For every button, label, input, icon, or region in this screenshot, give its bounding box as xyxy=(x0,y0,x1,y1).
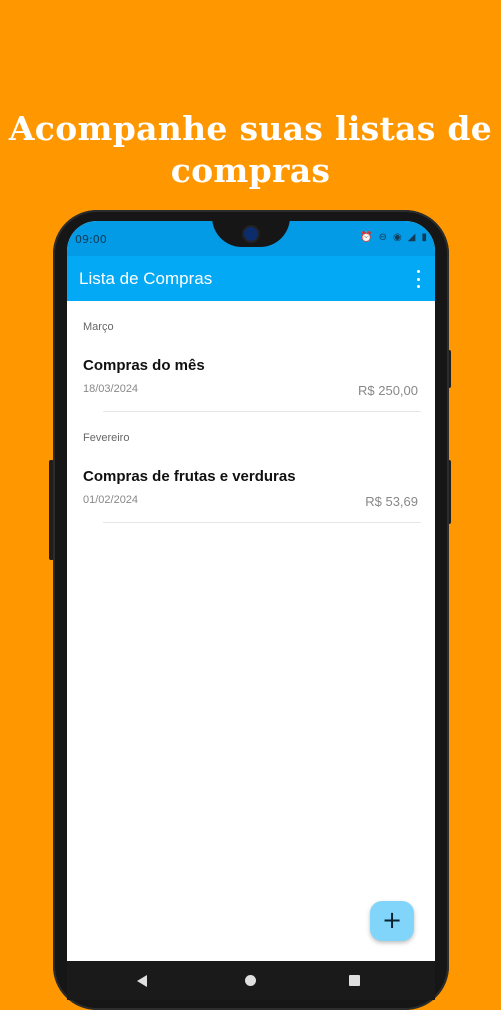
promo-headline-line-1: Acompanhe suas listas de xyxy=(8,109,493,148)
more-vert-icon[interactable] xyxy=(413,270,423,288)
month-header-fevereiro: Fevereiro xyxy=(83,432,130,444)
promo-headline-line-2: compras xyxy=(170,151,331,190)
app-title: Lista de Compras xyxy=(79,269,213,288)
status-time: 09:00 xyxy=(75,233,107,246)
status-icons: ⏰ ⊖ ◉ ◢ ▮ xyxy=(360,232,427,244)
status-bar: 09:00 ⏰ ⊖ ◉ ◢ ▮ xyxy=(67,221,435,256)
back-icon[interactable] xyxy=(137,975,147,987)
home-icon[interactable] xyxy=(245,975,256,986)
divider xyxy=(103,411,421,412)
list-item-date: 01/02/2024 xyxy=(83,494,139,506)
hotspot-icon: ◉ xyxy=(393,232,402,243)
list-item-title: Compras de frutas e verduras xyxy=(83,468,296,485)
promo-headline: Acompanhe suas listas de compras xyxy=(0,108,501,192)
list-item-date: 18/03/2024 xyxy=(83,383,139,395)
month-header-marco: Março xyxy=(83,321,114,333)
list-item-value: R$ 53,69 xyxy=(365,494,418,509)
battery-icon: ▮ xyxy=(421,232,427,243)
navigation-bar xyxy=(67,961,435,1000)
list-item-compras-de-frutas[interactable]: Compras de frutas e verduras 01/02/2024 … xyxy=(67,468,435,558)
phone-screen: 09:00 ⏰ ⊖ ◉ ◢ ▮ Lista de Compras Março C… xyxy=(67,221,435,1000)
app-bar: Lista de Compras xyxy=(67,256,435,301)
dnd-icon: ⊖ xyxy=(378,232,388,243)
alarm-icon: ⏰ xyxy=(360,232,373,243)
add-list-button[interactable]: + xyxy=(370,901,414,941)
camera-icon xyxy=(244,227,258,241)
recent-apps-icon[interactable] xyxy=(349,975,360,986)
signal-icon: ◢ xyxy=(407,232,416,243)
list-item-title: Compras do mês xyxy=(83,357,205,374)
list-item-value: R$ 250,00 xyxy=(358,383,418,398)
divider xyxy=(103,522,421,523)
